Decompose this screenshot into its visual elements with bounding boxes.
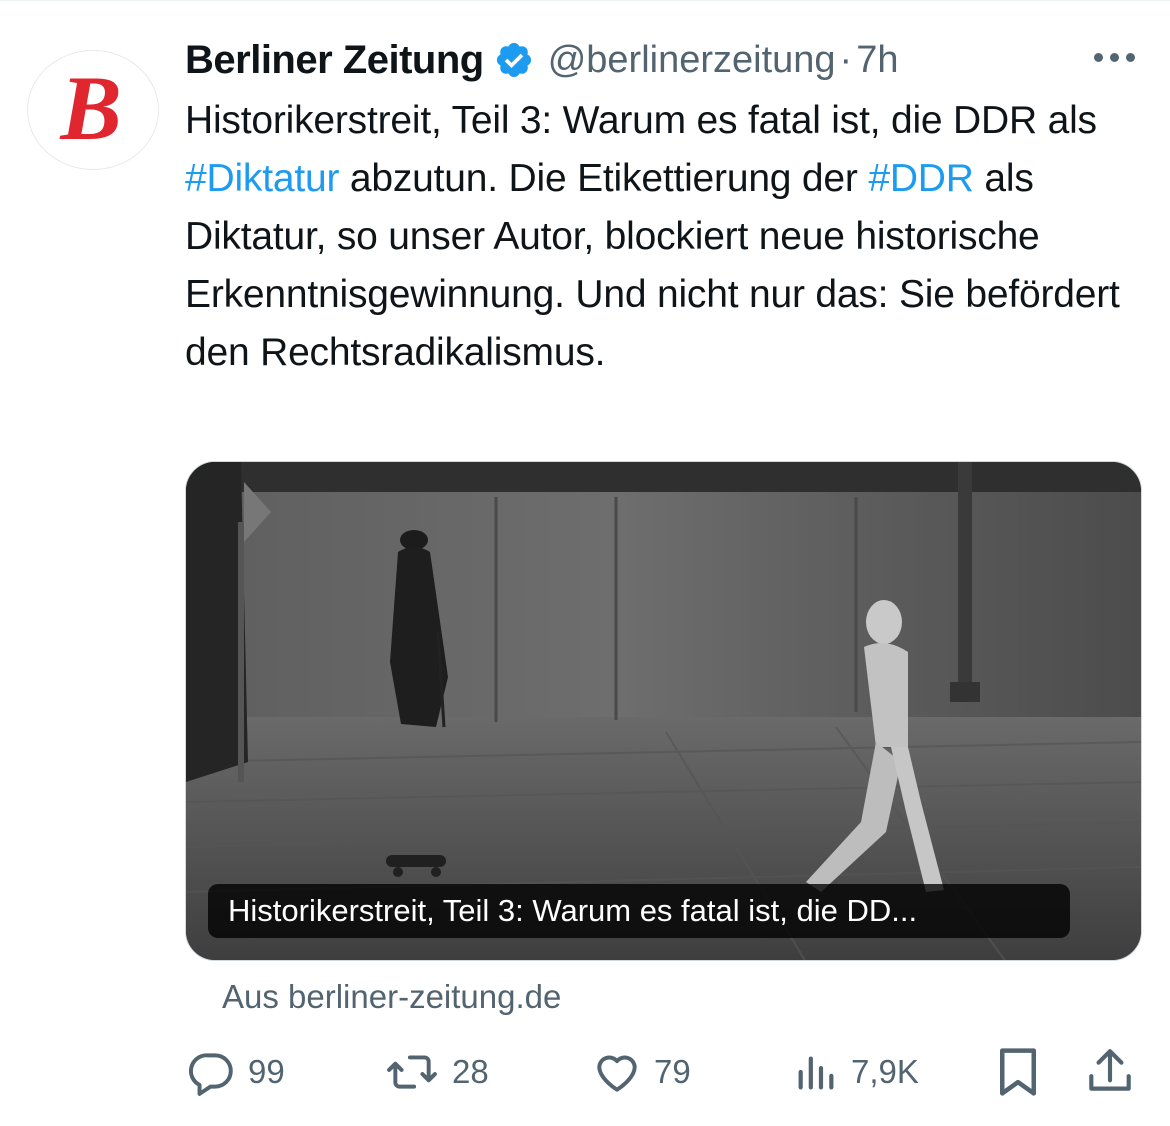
more-dot [1126, 52, 1135, 62]
repost-count: 28 [452, 1053, 489, 1090]
repost-icon [387, 1055, 437, 1089]
link-source[interactable]: Aus berliner-zeitung.de [222, 978, 561, 1016]
top-divider [0, 0, 1170, 1]
repost-button[interactable]: 28 [384, 1040, 489, 1104]
more-dot [1110, 52, 1119, 62]
author-name[interactable]: Berliner Zeitung [185, 38, 484, 83]
bookmark-button[interactable] [995, 1040, 1041, 1104]
heart-icon [597, 1055, 637, 1092]
share-button[interactable] [1085, 1040, 1135, 1104]
analytics-icon [798, 1056, 834, 1090]
tweet-text: Historikerstreit, Teil 3: Warum es fatal… [185, 92, 1150, 382]
views-button[interactable]: 7,9K [793, 1040, 919, 1104]
more-options-icon[interactable] [1094, 42, 1142, 72]
timestamp[interactable]: 7h [856, 39, 898, 82]
avatar[interactable]: B [27, 50, 159, 170]
like-button[interactable]: 79 [592, 1040, 691, 1104]
tweet-text-part: Historikerstreit, Teil 3: Warum es fatal… [185, 99, 1097, 142]
avatar-logo: B [60, 57, 122, 159]
share-icon [1089, 1049, 1131, 1091]
views-count: 7,9K [851, 1053, 919, 1090]
tweet-header: Berliner Zeitung @berlinerzeitung · 7h [185, 30, 898, 90]
author-handle[interactable]: @berlinerzeitung [548, 39, 836, 82]
reply-button[interactable]: 99 [186, 1040, 285, 1104]
tweet-text-part: abzutun. Die Etikettierung der [339, 157, 869, 200]
reply-icon [188, 1053, 233, 1096]
reply-count: 99 [248, 1053, 285, 1090]
verified-badge-icon [496, 42, 531, 78]
hashtag-ddr[interactable]: #DDR [868, 157, 974, 200]
link-card-title[interactable]: Historikerstreit, Teil 3: Warum es fatal… [208, 884, 1070, 938]
tweet-actions: 99 28 79 7,9K [0, 1040, 1170, 1110]
like-count: 79 [654, 1053, 691, 1090]
more-dot [1094, 52, 1103, 62]
hashtag-diktatur[interactable]: #Diktatur [185, 157, 339, 200]
meta-separator: · [839, 38, 853, 81]
bookmark-icon [1000, 1048, 1036, 1096]
